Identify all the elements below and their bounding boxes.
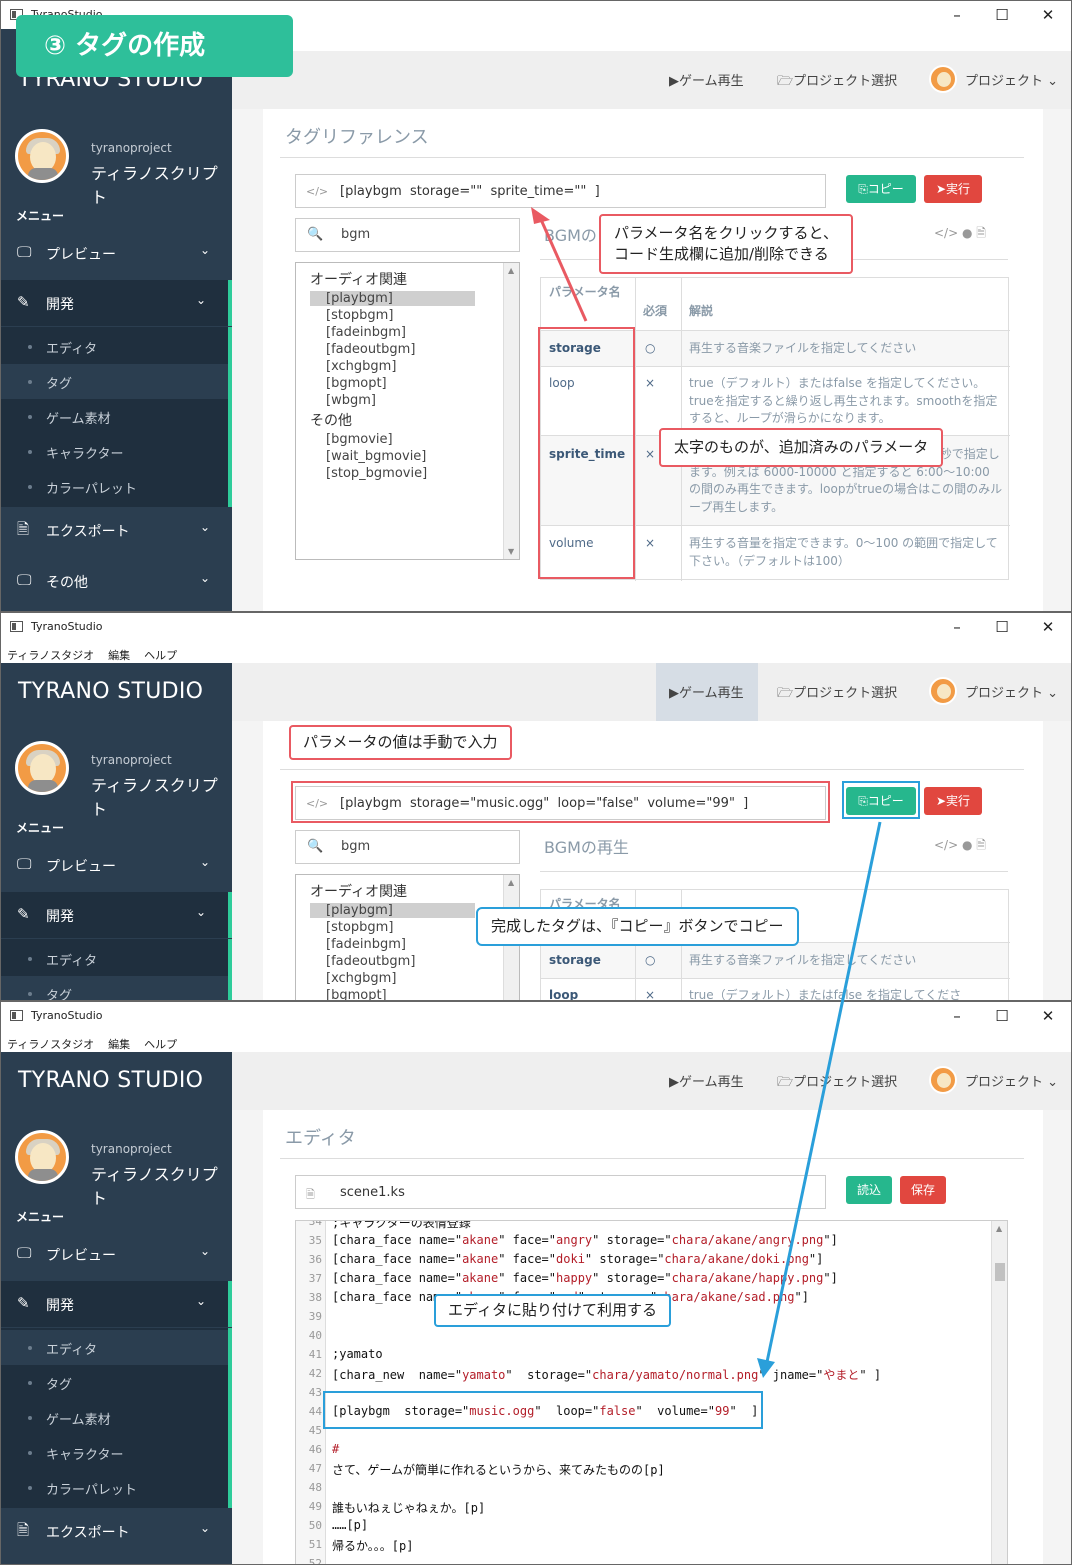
copy-to-editor-arrow [757,821,882,1378]
